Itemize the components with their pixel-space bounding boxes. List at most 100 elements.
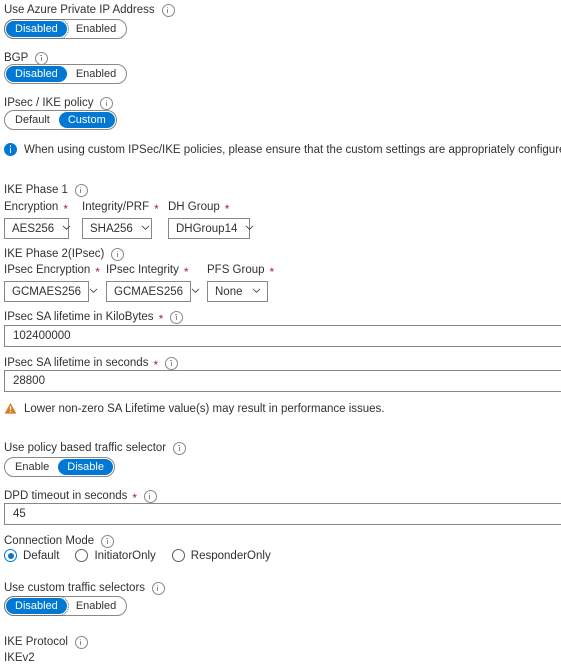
info-circle-icon[interactable]: [111, 248, 125, 261]
connection-mode-option-default[interactable]: Default: [4, 549, 59, 562]
info-circle-icon[interactable]: [144, 490, 158, 503]
connection-mode-option-initiatoronly-label: InitiatorOnly: [94, 549, 156, 562]
sa-lifetime-warning-text: Lower non-zero SA Lifetime value(s) may …: [24, 403, 385, 415]
dpd-timeout-label: DPD timeout in seconds: [4, 490, 128, 502]
info-circle-icon[interactable]: [173, 442, 187, 455]
azure-vpn-connection-config-form: Use Azure Private IP Address Disabled En…: [0, 0, 561, 666]
ike-phase2-encryption-dropdown[interactable]: GCMAES256: [4, 281, 98, 302]
bgp-option-enabled[interactable]: Enabled: [67, 66, 125, 82]
ike-phase2-encryption-field: IPsec Encryption * GCMAES256: [4, 263, 106, 302]
custom-policy-info-text: When using custom IPSec/IKE policies, pl…: [24, 144, 561, 156]
ipsec-ike-policy-toggle[interactable]: Default Custom: [4, 110, 117, 130]
sa-seconds-input[interactable]: 28800: [4, 370, 561, 392]
bgp-option-disabled[interactable]: Disabled: [6, 66, 67, 82]
connection-mode-radio-group[interactable]: Default InitiatorOnly ResponderOnly: [4, 549, 271, 562]
chevron-down-icon: [191, 288, 200, 293]
ike-phase2-fields: IPsec Encryption * GCMAES256 IPsec Integr…: [4, 263, 274, 302]
required-asterisk: *: [269, 264, 275, 279]
info-circle-icon[interactable]: [74, 184, 88, 197]
ike-phase2-section-label-row: IKE Phase 2(IPsec): [4, 247, 125, 262]
connection-mode-option-default-label: Default: [23, 549, 60, 562]
ike-phase2-integrity-label: IPsec Integrity: [106, 264, 179, 276]
ipsec-ike-policy-option-custom[interactable]: Custom: [58, 112, 115, 128]
info-circle-icon[interactable]: [101, 535, 115, 548]
ike-phase1-dhgroup-dropdown[interactable]: DHGroup14: [168, 218, 254, 239]
ike-phase1-integrity-label: Integrity/PRF: [82, 201, 150, 213]
bgp-toggle[interactable]: Disabled Enabled: [4, 64, 128, 84]
sa-seconds-label: IPsec SA lifetime in seconds: [4, 357, 149, 369]
ike-phase1-encryption-dropdown[interactable]: AES256: [4, 218, 71, 239]
ike-phase1-dhgroup-field: DH Group * DHGroup14: [168, 200, 254, 239]
sa-kilobytes-label-row: IPsec SA lifetime in KiloBytes *: [4, 310, 184, 326]
custom-traffic-selectors-option-enabled[interactable]: Enabled: [67, 598, 125, 614]
chevron-down-icon: [245, 225, 254, 230]
radio-icon: [171, 549, 185, 562]
warning-triangle-icon: [4, 402, 17, 415]
ike-phase1-encryption-field: Encryption * AES256: [4, 200, 82, 239]
connection-mode-label: Connection Mode: [4, 535, 95, 547]
required-asterisk: *: [158, 311, 164, 326]
sa-kilobytes-label: IPsec SA lifetime in KiloBytes: [4, 311, 154, 323]
ike-phase1-section-label-row: IKE Phase 1: [4, 183, 88, 198]
sa-seconds-value: 28800: [13, 375, 45, 387]
connection-mode-label-row: Connection Mode: [4, 534, 115, 549]
private-ip-label-row: Use Azure Private IP Address: [4, 3, 175, 18]
ike-phase1-integrity-field: Integrity/PRF * SHA256: [82, 200, 168, 239]
ike-phase1-encryption-value: AES256: [12, 222, 55, 235]
ike-protocol-label-row: IKE Protocol: [4, 635, 88, 650]
dpd-timeout-value: 45: [13, 508, 26, 520]
info-circle-icon[interactable]: [170, 311, 184, 324]
required-asterisk: *: [153, 357, 159, 372]
ike-phase2-pfsgroup-field: PFS Group * None: [207, 263, 274, 302]
dpd-timeout-input[interactable]: 45: [4, 503, 561, 525]
required-asterisk: *: [63, 201, 69, 216]
ike-phase1-integrity-dropdown[interactable]: SHA256: [82, 218, 152, 239]
custom-traffic-selectors-label-row: Use custom traffic selectors: [4, 581, 166, 596]
policy-based-traffic-selector-label: Use policy based traffic selector: [4, 442, 167, 454]
info-circle-icon[interactable]: [161, 4, 175, 17]
required-asterisk: *: [132, 490, 138, 505]
chevron-down-icon: [141, 225, 150, 230]
ike-phase2-encryption-value: GCMAES256: [12, 285, 82, 298]
connection-mode-option-initiatoronly[interactable]: InitiatorOnly: [75, 549, 156, 562]
sa-kilobytes-input[interactable]: 102400000: [4, 325, 561, 347]
info-circle-icon[interactable]: [152, 582, 166, 595]
ipsec-ike-policy-option-default[interactable]: Default: [6, 112, 59, 128]
ike-phase1-dhgroup-label: DH Group: [168, 201, 220, 213]
ike-phase2-integrity-value: GCMAES256: [114, 285, 184, 298]
policy-based-traffic-selector-toggle[interactable]: Enable Disable: [4, 457, 115, 477]
required-asterisk: *: [183, 264, 189, 279]
ike-phase1-encryption-label: Encryption: [4, 201, 59, 213]
ike-phase1-fields: Encryption * AES256 Integrity/PRF * SHA256: [4, 200, 254, 239]
private-ip-option-enabled[interactable]: Enabled: [67, 21, 125, 37]
ike-protocol-label: IKE Protocol: [4, 636, 68, 648]
private-ip-option-disabled[interactable]: Disabled: [4, 19, 69, 39]
info-circle-icon[interactable]: [165, 357, 179, 370]
private-ip-label: Use Azure Private IP Address: [4, 4, 155, 16]
custom-traffic-selectors-label: Use custom traffic selectors: [4, 582, 146, 594]
ike-phase2-pfsgroup-dropdown[interactable]: None: [207, 281, 268, 302]
ipsec-ike-policy-label: IPsec / IKE policy: [4, 97, 94, 109]
custom-traffic-selectors-option-disabled[interactable]: Disabled: [4, 596, 69, 616]
required-asterisk: *: [224, 201, 230, 216]
info-circle-icon[interactable]: [100, 97, 114, 110]
ike-phase2-encryption-label: IPsec Encryption: [4, 264, 91, 276]
ipsec-ike-policy-label-row: IPsec / IKE policy: [4, 96, 114, 111]
custom-traffic-selectors-toggle[interactable]: Disabled Enabled: [4, 596, 128, 616]
ike-phase2-integrity-field: IPsec Integrity * GCMAES256: [106, 263, 207, 302]
sa-kilobytes-value: 102400000: [13, 330, 71, 342]
ike-phase2-integrity-dropdown[interactable]: GCMAES256: [106, 281, 200, 302]
ike-phase1-section-label: IKE Phase 1: [4, 184, 68, 196]
chevron-down-icon: [62, 225, 71, 230]
ike-protocol-value: IKEv2: [4, 652, 35, 664]
ike-phase2-pfsgroup-label: PFS Group: [207, 264, 265, 276]
connection-mode-option-responderonly-label: ResponderOnly: [190, 549, 271, 562]
info-circle-icon[interactable]: [74, 636, 88, 649]
policy-based-traffic-selector-option-enable[interactable]: Enable: [6, 459, 58, 475]
sa-seconds-label-row: IPsec SA lifetime in seconds *: [4, 356, 179, 372]
custom-policy-info-message: When using custom IPSec/IKE policies, pl…: [4, 143, 561, 157]
required-asterisk: *: [154, 201, 159, 216]
policy-based-traffic-selector-option-disable[interactable]: Disable: [58, 459, 113, 475]
connection-mode-option-responderonly[interactable]: ResponderOnly: [171, 549, 271, 562]
private-ip-toggle[interactable]: Disabled Enabled: [4, 19, 128, 39]
